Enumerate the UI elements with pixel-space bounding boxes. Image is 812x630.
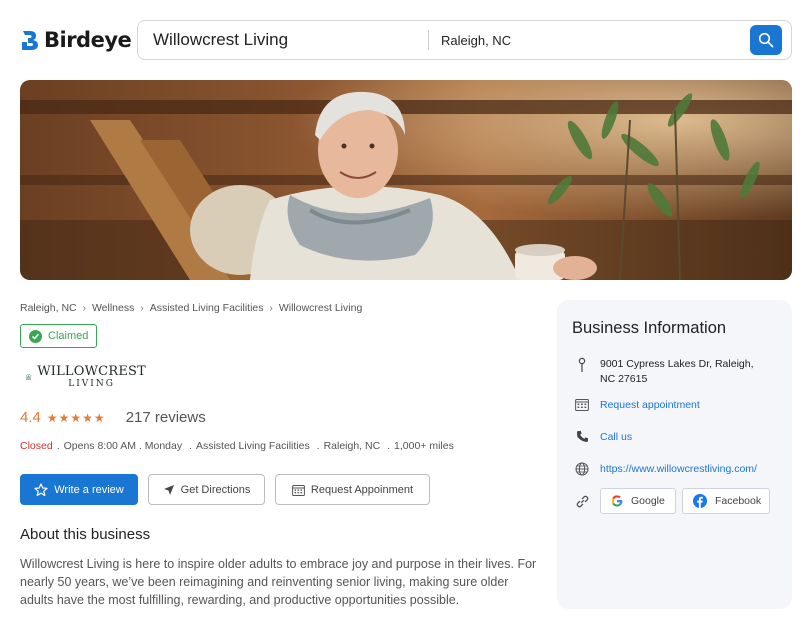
request-appointment-button[interactable]: Request Appoinment — [275, 474, 430, 505]
open-status: Closed — [20, 440, 53, 452]
calendar-icon — [572, 398, 592, 411]
chevron-right-icon: › — [82, 302, 86, 314]
write-review-label: Write a review — [54, 483, 124, 496]
claimed-badge: Claimed — [20, 324, 97, 348]
google-label: Google — [631, 495, 665, 507]
request-appointment-link[interactable]: Request appointment — [600, 398, 700, 413]
dot-separator: . — [384, 440, 391, 452]
breadcrumb-subcategory[interactable]: Assisted Living Facilities — [150, 302, 264, 314]
dot-separator: . — [186, 440, 192, 452]
breadcrumb-business: Willowcrest Living — [278, 302, 363, 314]
business-distance: 1,000+ miles — [394, 440, 454, 452]
social-links: Google Facebook — [600, 488, 776, 514]
get-directions-label: Get Directions — [180, 483, 251, 496]
phone-row: Call us — [572, 430, 632, 445]
website-link[interactable]: https://www.willowcrestliving.com/ — [600, 462, 757, 477]
business-info-title: Business Information — [572, 319, 727, 337]
rating-row: 4.4 ★ ★ ★ ★ ★ 217 reviews — [20, 409, 206, 426]
star-rating: ★ ★ ★ ★ ★ — [47, 411, 106, 425]
star-icon: ★ — [82, 410, 93, 425]
action-buttons: Write a review Get Directions Request Ap… — [20, 474, 440, 505]
breadcrumb: Raleigh, NC › Wellness › Assisted Living… — [20, 302, 362, 314]
breadcrumb-location[interactable]: Raleigh, NC — [20, 302, 77, 314]
rating-value: 4.4 — [20, 409, 41, 426]
get-directions-button[interactable]: Get Directions — [148, 474, 265, 505]
google-button[interactable]: Google — [600, 488, 676, 514]
logo-line-2: LIVING — [68, 379, 115, 389]
business-logo: WILLOWCREST LIVING — [26, 358, 146, 396]
star-icon: ★ — [70, 410, 82, 425]
calendar-icon — [292, 484, 305, 496]
facebook-icon — [693, 494, 707, 508]
review-count-link[interactable]: 217 reviews — [126, 409, 206, 426]
address-row: 9001 Cypress Lakes Dr, Raleigh, NC 27615 — [572, 357, 770, 387]
social-row: Google Facebook — [572, 488, 776, 514]
birdeye-logo-icon — [22, 31, 38, 50]
star-icon: ★ — [46, 410, 58, 425]
birdeye-logo[interactable]: Birdeye — [20, 25, 132, 55]
appointment-row: Request appointment — [572, 398, 700, 413]
facebook-button[interactable]: Facebook — [682, 488, 770, 514]
business-location: Raleigh, NC — [323, 440, 381, 452]
business-address: 9001 Cypress Lakes Dr, Raleigh, NC 27615 — [600, 358, 754, 385]
business-logo-text: WILLOWCREST LIVING — [37, 365, 146, 389]
facebook-label: Facebook — [715, 495, 762, 507]
chevron-right-icon: › — [269, 302, 273, 314]
navigation-arrow-icon — [163, 484, 175, 496]
link-icon — [572, 494, 592, 509]
star-outline-icon — [34, 482, 48, 497]
business-category: Assisted Living Facilities — [195, 440, 310, 452]
logo-line-1: WILLOWCREST — [37, 364, 146, 379]
star-icon: ★ — [93, 410, 105, 425]
dot-separator: . — [56, 440, 60, 452]
brand-name: Birdeye — [44, 28, 132, 52]
business-meta: Closed . Opens 8:00 AM . Monday . Assist… — [20, 440, 454, 452]
about-description: Willowcrest Living is here to inspire ol… — [20, 557, 537, 607]
check-circle-icon — [29, 329, 42, 343]
opening-hours: Opens 8:00 AM . Monday — [63, 440, 183, 452]
location-pin-icon — [572, 357, 592, 373]
business-info-panel: Business Information 9001 Cypress Lakes … — [557, 300, 792, 609]
website-row: https://www.willowcrestliving.com/ — [572, 462, 757, 477]
write-review-button[interactable]: Write a review — [20, 474, 138, 505]
location-search-input[interactable] — [429, 21, 750, 59]
search-button[interactable] — [750, 25, 782, 55]
phone-icon — [572, 430, 592, 443]
search-bar — [137, 20, 792, 60]
search-icon — [758, 32, 774, 48]
breadcrumb-category[interactable]: Wellness — [92, 302, 134, 314]
request-appointment-label: Request Appoinment — [310, 483, 414, 496]
globe-icon — [572, 462, 592, 476]
willow-tree-icon — [26, 374, 32, 380]
star-icon: ★ — [58, 410, 70, 425]
google-icon — [611, 495, 623, 507]
about-heading: About this business — [20, 526, 151, 543]
call-us-link[interactable]: Call us — [600, 430, 632, 445]
business-search-input[interactable] — [138, 21, 428, 59]
claimed-label: Claimed — [48, 330, 89, 342]
dot-separator: . — [313, 440, 320, 452]
hero-image — [20, 80, 792, 280]
chevron-right-icon: › — [140, 302, 144, 314]
